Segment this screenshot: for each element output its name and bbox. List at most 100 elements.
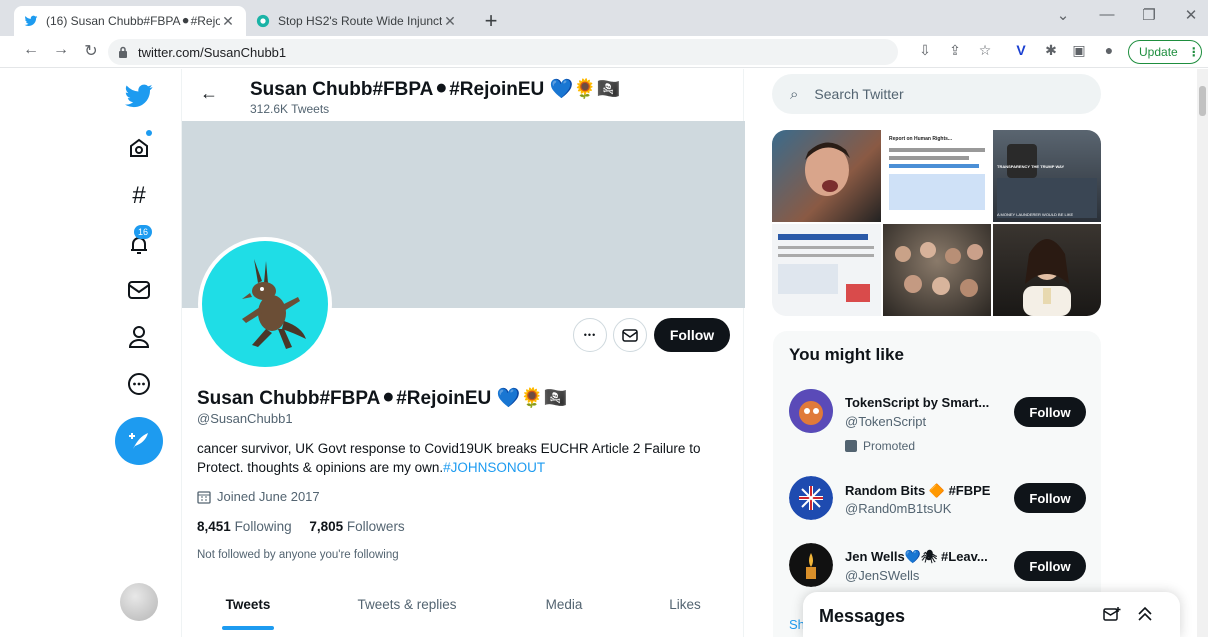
browser-tab-strip: (16) Susan Chubb#FBPA⚫#Rejo ✕ Stop HS2's… [0,0,1208,36]
notifications-count-badge: 16 [134,225,152,239]
minimize-icon[interactable]: — [1092,6,1122,23]
not-followed-note: Not followed by anyone you're following [197,549,399,561]
scrollbar-thumb[interactable] [1199,86,1206,116]
twitter-logo-icon[interactable] [124,81,154,111]
promoted-label: Promoted [845,439,915,453]
account-name[interactable]: Jen Wells💙🕷 #Leav... [845,549,1005,565]
header-profile-name: Susan Chubb#FBPA⚫#RejoinEU 💙🌻🏴‍☠️ [250,79,621,100]
profile-icon[interactable]: ● [1098,42,1120,58]
messages-drawer[interactable]: Messages [803,592,1180,637]
profile-bio: cancer survivor, UK Govt response to Cov… [197,439,732,477]
tab-twitter[interactable]: (16) Susan Chubb#FBPA⚫#Rejo ✕ [14,6,246,36]
followers-link[interactable]: 7,805 Followers [309,519,404,534]
follow-button[interactable]: Follow [654,318,730,352]
more-dots-icon: ••• [583,330,597,340]
new-tab-button[interactable]: + [480,8,502,34]
update-button[interactable]: Update ⋮ [1128,40,1202,64]
follow-button[interactable]: Follow [1014,483,1086,513]
tab-likes[interactable]: Likes [648,597,722,612]
following-count: 8,451 [197,519,231,534]
home-icon[interactable] [124,133,154,163]
search-box[interactable]: ⌕ Search Twitter [772,74,1101,114]
profile-avatar[interactable] [198,237,332,371]
account-avatar[interactable] [789,476,833,520]
page-scrollbar[interactable] [1197,69,1208,637]
lock-icon [119,46,127,58]
tab-tweets-replies[interactable]: Tweets & replies [332,597,482,612]
profile-name: Susan Chubb#FBPA⚫#RejoinEU 💙🌻🏴‍☠️ [197,388,568,409]
active-tab-indicator [222,626,274,630]
profile-handle: @SusanChubb1 [197,411,293,426]
extension-v-icon[interactable]: V [1010,42,1032,58]
side-panel-icon[interactable]: ▣ [1068,42,1090,59]
following-link[interactable]: 8,451 Following [197,519,292,534]
reload-icon[interactable]: ↻ [80,41,102,61]
install-app-icon[interactable]: ⇩ [914,42,936,59]
who-to-follow-title: You might like [789,345,904,364]
search-placeholder: Search Twitter [814,86,904,102]
more-options-circle-icon[interactable] [124,369,154,399]
forward-arrow-icon[interactable]: → [50,41,72,59]
profile-person-icon[interactable] [124,322,154,352]
profile-media-grid: Report on Human Rights... TRANSPARENCY T… [772,130,1101,316]
media-tile[interactable] [993,224,1101,316]
tab-close-icon[interactable]: ✕ [442,13,458,30]
twitter-favicon-icon [24,15,38,27]
media-tile[interactable]: TRANSPARENCY THE TRUMP WAY A MONEY LAUND… [993,130,1101,222]
followers-label: Followers [346,519,405,534]
follow-counts: 8,451 Following 7,805 Followers [197,519,405,534]
media-tile[interactable]: Report on Human Rights... [883,130,991,222]
address-bar[interactable]: twitter.com/SusanChubb1 [108,39,898,65]
account-handle: @Rand0mB1tsUK [845,501,952,516]
media-caption: TRANSPARENCY THE TRUMP WAY [997,164,1065,169]
new-message-icon[interactable] [1103,606,1121,627]
search-icon: ⌕ [790,85,799,103]
followers-count: 7,805 [309,519,344,534]
share-icon[interactable]: ⇪ [944,42,966,59]
account-name[interactable]: Random Bits 🔶 #FBPE [845,483,1005,499]
more-actions-button[interactable]: ••• [573,318,607,352]
follow-button[interactable]: Follow [1014,397,1086,427]
extensions-puzzle-icon[interactable]: ✱ [1040,42,1062,59]
media-doc-title: Report on Human Rights... [889,136,953,142]
envelope-icon [622,328,638,342]
restore-icon[interactable]: ❐ [1134,6,1164,24]
promoted-text: Promoted [863,439,916,453]
account-handle: @TokenScript [845,414,927,429]
expand-chevrons-icon[interactable] [1137,606,1153,627]
media-tile[interactable] [772,224,881,316]
coyote-cartoon-icon [242,259,306,349]
media-tile[interactable] [772,130,881,222]
tab-title: (16) Susan Chubb#FBPA⚫#Rejo [46,14,220,28]
tab-title: Stop HS2's Route Wide Injunctio [278,14,442,28]
back-arrow-icon[interactable]: ← [200,83,218,104]
explore-hashtag-icon[interactable]: # [124,181,154,211]
media-tile[interactable] [883,224,991,316]
profile-column: ← Susan Chubb#FBPA⚫#RejoinEU 💙🌻🏴‍☠️ 312.… [181,69,745,637]
messages-envelope-icon[interactable] [124,275,154,305]
tab-media[interactable]: Media [522,597,606,612]
tab-search-icon[interactable]: ⌄ [1048,6,1078,24]
update-label: Update [1139,45,1178,59]
account-avatar[interactable] [789,389,833,433]
bio-hashtag-link[interactable]: #JOHNSONOUT [443,460,545,475]
compose-tweet-button[interactable] [115,417,163,465]
account-name[interactable]: TokenScript by Smart... [845,395,1005,410]
promoted-icon [845,440,857,452]
tab-hs2[interactable]: Stop HS2's Route Wide Injunctio ✕ [246,6,468,36]
window-close-icon[interactable]: ✕ [1176,6,1206,24]
tab-close-icon[interactable]: ✕ [220,13,236,30]
message-button[interactable] [613,318,647,352]
back-arrow-icon[interactable]: ← [20,41,42,59]
calendar-icon [197,490,211,504]
petition-favicon-icon [256,14,270,28]
account-avatar[interactable] [789,543,833,587]
account-handle: @JenSWells [845,568,920,583]
bookmark-star-icon[interactable]: ☆ [974,42,996,59]
account-avatar[interactable] [120,583,158,621]
home-unread-dot [146,130,152,136]
media-caption: A MONEY LAUNDERER WOULD BE LIKE [997,212,1074,217]
following-label: Following [234,519,292,534]
tab-tweets[interactable]: Tweets [202,597,294,612]
follow-button[interactable]: Follow [1014,551,1086,581]
